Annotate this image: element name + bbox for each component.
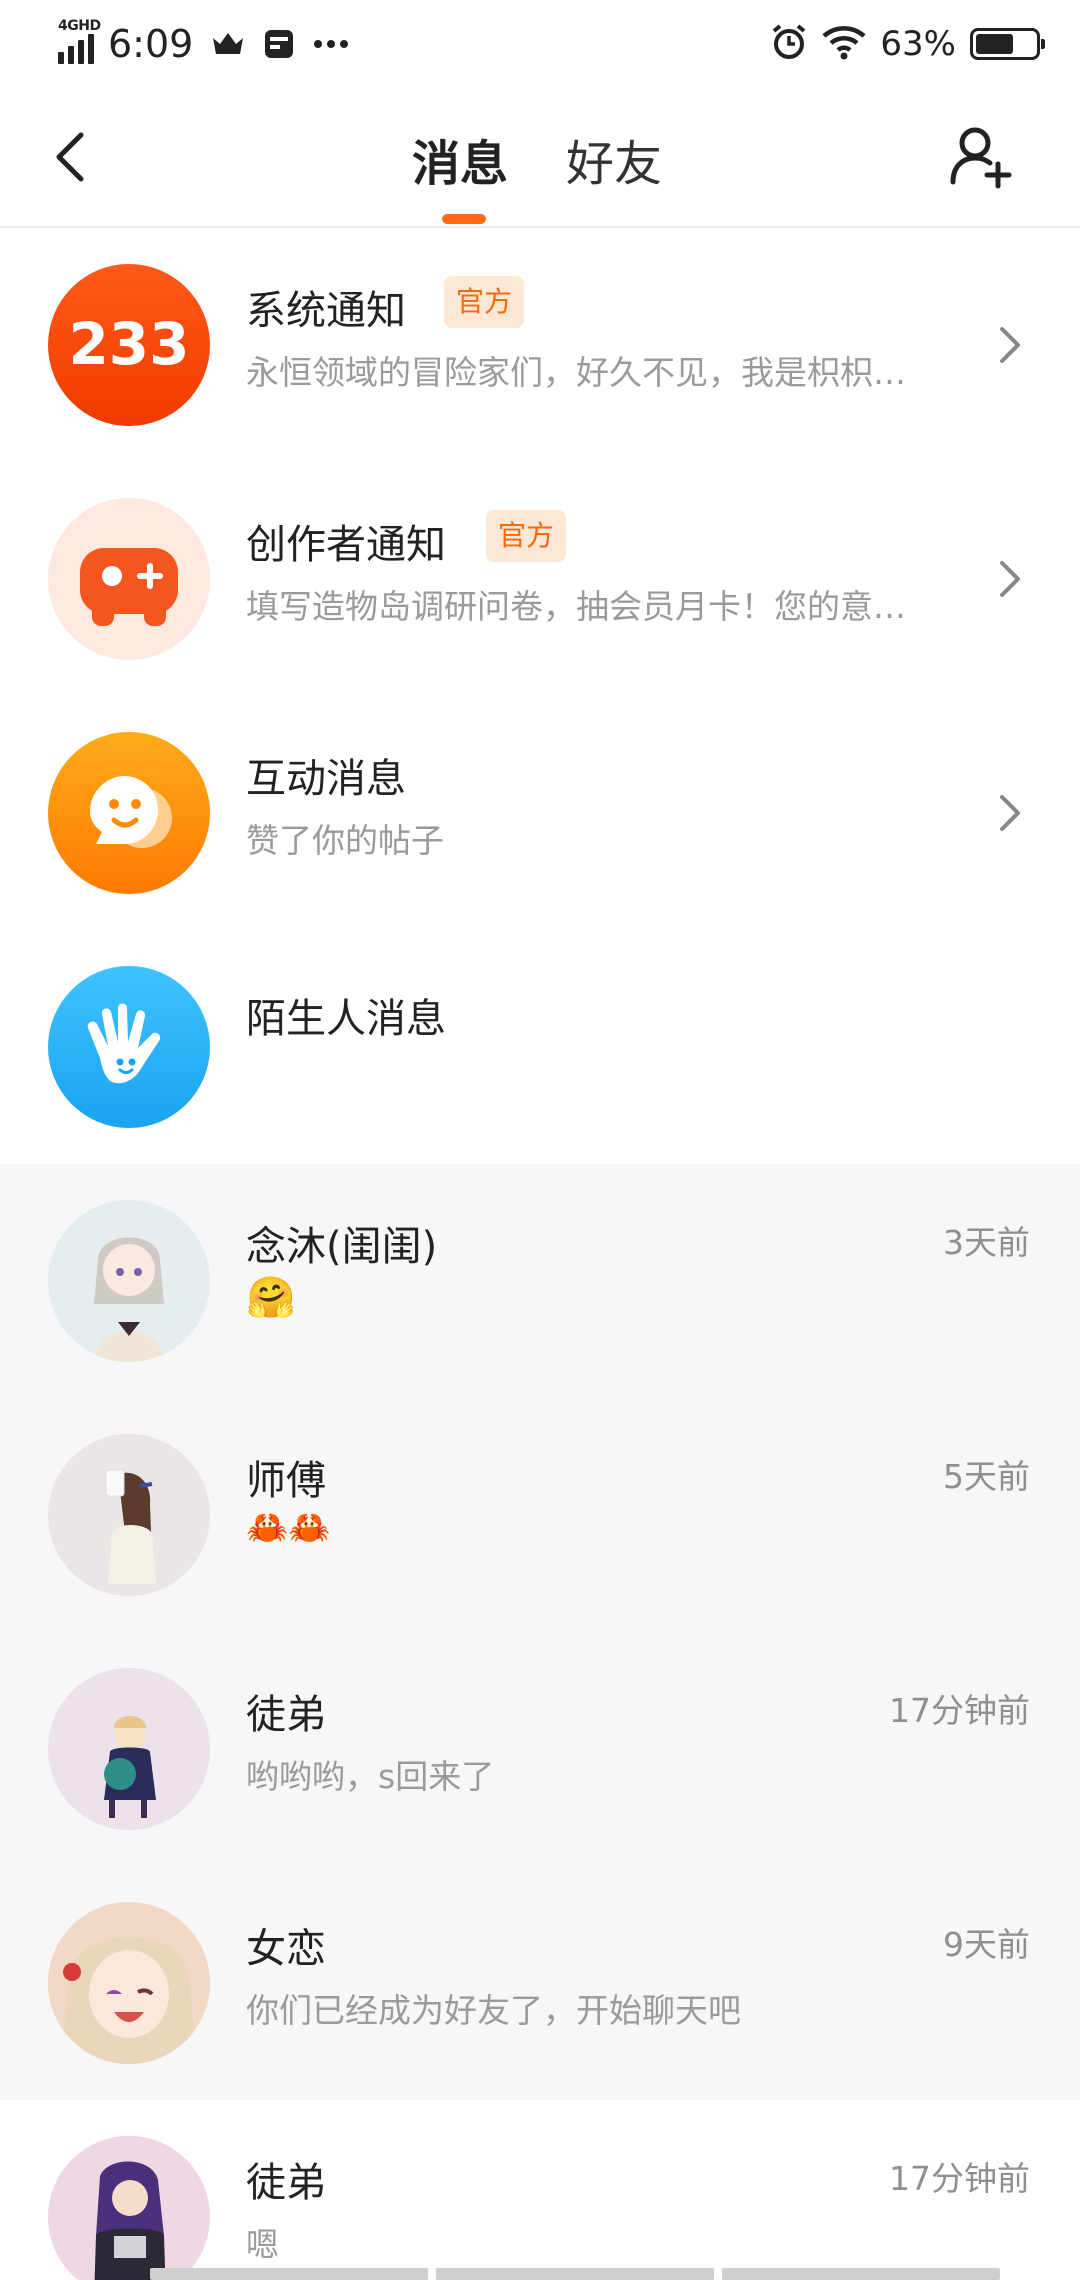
chevron-right-icon: [992, 320, 1028, 370]
chat-time: 17分钟前: [889, 1691, 1030, 1730]
status-right: 63%: [770, 14, 1045, 74]
chevron-right-icon: [992, 788, 1028, 838]
chat-bubble-icon: [48, 732, 210, 894]
avatar: [48, 1902, 210, 2064]
tab-friends[interactable]: 好友: [566, 124, 662, 194]
card-icon: [263, 28, 295, 60]
list-item-creator-notice[interactable]: 创作者通知 官方 填写造物岛调研问卷，抽会员月卡！您的意…: [0, 462, 1080, 696]
signal-icon: 4GHD: [58, 18, 101, 64]
more-icon: [313, 39, 349, 49]
system-notice-icon: 233: [48, 264, 210, 426]
chat-preview: 你们已经成为好友了，开始聊天吧: [246, 1991, 741, 2030]
list-item-stranger-messages[interactable]: 陌生人消息: [0, 930, 1080, 1164]
chat-time: 5天前: [943, 1457, 1030, 1496]
add-friend-button[interactable]: [944, 120, 1018, 194]
chat-name: 师傅: [246, 1458, 326, 1504]
tab-messages[interactable]: 消息: [412, 124, 508, 194]
status-left: 4GHD 6:09: [58, 14, 349, 74]
chat-preview-emoji: 🤗: [246, 1275, 296, 1321]
chat-list-item[interactable]: 师傅 5天前 🦀🦀: [0, 1398, 1080, 1632]
battery-icon: [970, 28, 1045, 60]
row-title: 互动消息: [246, 756, 406, 802]
official-badge: 官方: [444, 276, 525, 328]
chat-time: 3天前: [943, 1223, 1030, 1262]
row-preview: 永恒领域的冒险家们，好久不见，我是枳枳…: [246, 353, 906, 392]
row-preview: 填写造物岛调研问卷，抽会员月卡！您的意…: [246, 587, 906, 626]
chat-time: 9天前: [943, 1925, 1030, 1964]
chat-list-item[interactable]: 徒弟 17分钟前 哟哟哟，s回来了: [0, 1632, 1080, 1866]
avatar: [48, 1434, 210, 1596]
gamepad-icon: [48, 498, 210, 660]
battery-fill: [976, 34, 1013, 54]
chat-list-item[interactable]: 徒弟 17分钟前 嗯: [0, 2100, 1080, 2280]
row-title: 创作者通知: [246, 522, 446, 568]
tab-bar: 消息 好友: [0, 90, 1080, 228]
chat-preview-emoji: 🦀🦀: [246, 1508, 331, 1548]
row-preview: 赞了你的帖子: [246, 821, 444, 860]
status-bar: 4GHD 6:09 63%: [0, 0, 1080, 90]
official-badge: 官方: [486, 510, 567, 562]
avatar: [48, 1668, 210, 1830]
row-title: 陌生人消息: [246, 996, 446, 1042]
wifi-icon: [822, 24, 866, 64]
system-notice-icon-text: 233: [68, 310, 189, 378]
chat-time: 17分钟前: [889, 2159, 1030, 2198]
list-item-interactions[interactable]: 互动消息 赞了你的帖子: [0, 696, 1080, 930]
bottom-edge-bars: [150, 2268, 1000, 2280]
chat-preview: 哟哟哟，s回来了: [246, 1757, 495, 1796]
network-type: 4GHD: [58, 18, 101, 34]
avatar: [48, 2136, 210, 2280]
chat-name: 徒弟: [246, 1692, 326, 1738]
avatar: [48, 1200, 210, 1362]
messages-screen: 4GHD 6:09 63% 消息 好友 233 系统通知 官方 永恒领域的冒险家…: [0, 0, 1080, 2280]
chat-name: 念沐(闺闺): [246, 1224, 438, 1270]
chat-list-item[interactable]: 女恋 9天前 你们已经成为好友了，开始聊天吧: [0, 1866, 1080, 2100]
clock: 6:09: [108, 22, 194, 66]
chevron-right-icon: [992, 554, 1028, 604]
chat-list-item[interactable]: 念沐(闺闺) 3天前 🤗: [0, 1164, 1080, 1398]
row-title: 系统通知: [246, 288, 406, 334]
chat-preview: 嗯: [246, 2225, 279, 2264]
active-tab-indicator: [442, 214, 486, 224]
alarm-icon: [770, 23, 808, 65]
waving-hand-icon: [48, 966, 210, 1128]
top-nav: 消息 好友: [0, 90, 1080, 228]
battery-percent: 63%: [880, 24, 956, 64]
list-item-system-notice[interactable]: 233 系统通知 官方 永恒领域的冒险家们，好久不见，我是枳枳…: [0, 228, 1080, 462]
crown-icon: [211, 30, 245, 58]
chat-name: 徒弟: [246, 2160, 326, 2206]
add-user-icon: [950, 127, 1012, 189]
chat-name: 女恋: [246, 1926, 326, 1972]
